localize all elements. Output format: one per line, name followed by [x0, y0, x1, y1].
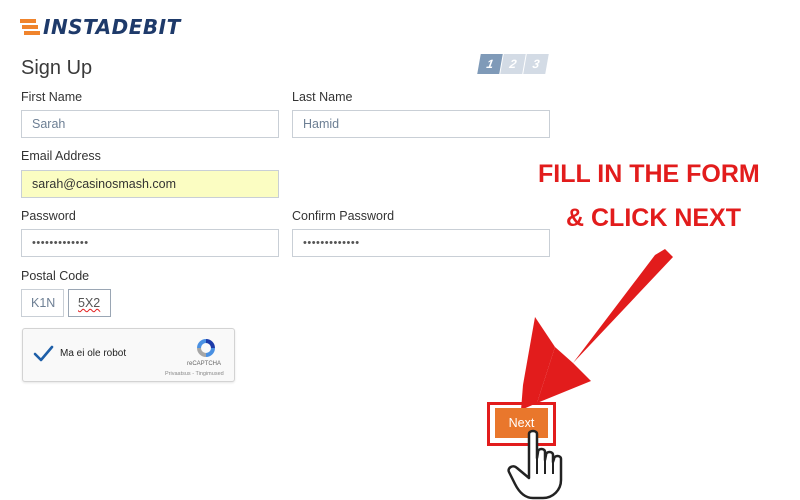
password-label: Password — [21, 209, 76, 223]
instadebit-logo: INSTADEBIT — [20, 14, 181, 40]
postal-code-part1-input[interactable]: K1N — [21, 289, 64, 317]
password-input[interactable]: ••••••••••••• — [21, 229, 279, 257]
recaptcha-logo-icon — [197, 339, 215, 357]
last-name-input[interactable]: Hamid — [292, 110, 550, 138]
logo-text: INSTADEBIT — [43, 15, 181, 39]
instruction-line-2: & CLICK NEXT — [566, 204, 741, 232]
recaptcha-label: Ma ei ole robot — [60, 348, 127, 359]
recaptcha-brand: reCAPTCHA — [187, 361, 222, 367]
page-title: Sign Up — [21, 57, 93, 79]
email-input[interactable]: sarah@casinosmash.com — [21, 170, 279, 198]
first-name-input[interactable]: Sarah — [21, 110, 279, 138]
step-3: 3 — [523, 54, 549, 74]
confirm-password-input[interactable]: ••••••••••••• — [292, 229, 550, 257]
step-2: 2 — [500, 54, 526, 74]
first-name-label: First Name — [21, 90, 83, 104]
postal-code-label: Postal Code — [21, 269, 90, 283]
pointing-hand-icon — [507, 429, 563, 500]
instruction-line-1: FILL IN THE FORM — [538, 160, 760, 188]
recaptcha-links[interactable]: Privaatsus - Tingimused — [165, 371, 224, 377]
postal-code-part2-input[interactable]: 5X2 — [68, 289, 111, 317]
last-name-label: Last Name — [292, 90, 353, 104]
confirm-password-label: Confirm Password — [292, 209, 395, 223]
logo-mark-icon — [20, 19, 40, 35]
step-1: 1 — [477, 54, 503, 74]
email-label: Email Address — [21, 149, 101, 163]
checkmark-icon[interactable] — [32, 343, 54, 365]
step-indicator: 1 2 3 — [477, 54, 549, 74]
red-arrow-icon — [521, 249, 673, 410]
